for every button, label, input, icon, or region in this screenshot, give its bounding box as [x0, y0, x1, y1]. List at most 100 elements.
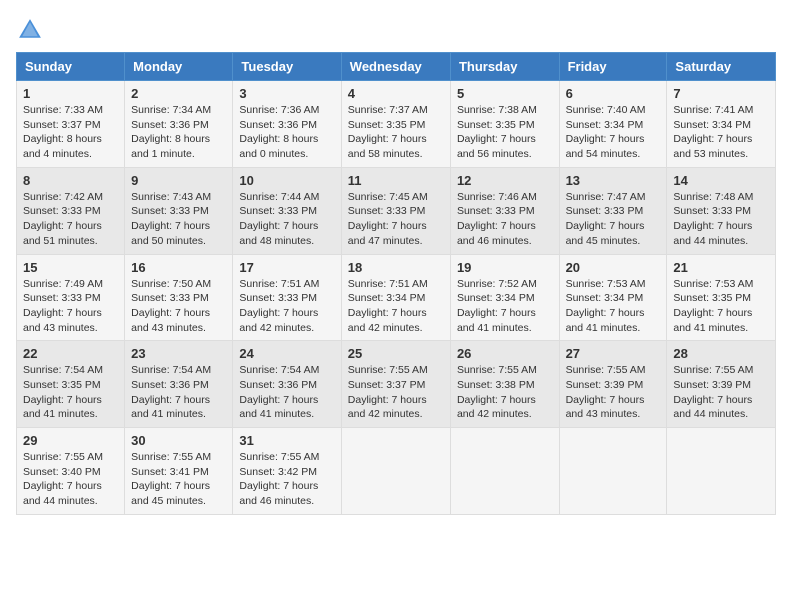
calendar-table: SundayMondayTuesdayWednesdayThursdayFrid… — [16, 52, 776, 515]
sunset: Sunset: 3:34 PM — [566, 119, 644, 131]
daylight: Daylight: 7 hours and 42 minutes. — [239, 307, 318, 334]
day-info: Sunrise: 7:40 AMSunset: 3:34 PMDaylight:… — [566, 103, 661, 162]
day-number: 20 — [566, 260, 661, 275]
sunrise: Sunrise: 7:55 AM — [239, 451, 319, 463]
calendar-week-row: 15Sunrise: 7:49 AMSunset: 3:33 PMDayligh… — [17, 254, 776, 341]
calendar-cell: 19Sunrise: 7:52 AMSunset: 3:34 PMDayligh… — [450, 254, 559, 341]
sunset: Sunset: 3:42 PM — [239, 466, 317, 478]
sunset: Sunset: 3:33 PM — [348, 205, 426, 217]
calendar-cell: 1Sunrise: 7:33 AMSunset: 3:37 PMDaylight… — [17, 81, 125, 168]
day-number: 28 — [673, 346, 769, 361]
day-info: Sunrise: 7:55 AMSunset: 3:37 PMDaylight:… — [348, 363, 444, 422]
day-number: 4 — [348, 86, 444, 101]
sunset: Sunset: 3:35 PM — [23, 379, 101, 391]
calendar-cell: 18Sunrise: 7:51 AMSunset: 3:34 PMDayligh… — [341, 254, 450, 341]
day-info: Sunrise: 7:54 AMSunset: 3:36 PMDaylight:… — [239, 363, 334, 422]
sunrise: Sunrise: 7:43 AM — [131, 191, 211, 203]
calendar-cell: 27Sunrise: 7:55 AMSunset: 3:39 PMDayligh… — [559, 341, 667, 428]
day-info: Sunrise: 7:45 AMSunset: 3:33 PMDaylight:… — [348, 190, 444, 249]
sunrise: Sunrise: 7:33 AM — [23, 104, 103, 116]
sunrise: Sunrise: 7:46 AM — [457, 191, 537, 203]
sunrise: Sunrise: 7:55 AM — [673, 364, 753, 376]
calendar-cell: 13Sunrise: 7:47 AMSunset: 3:33 PMDayligh… — [559, 167, 667, 254]
sunset: Sunset: 3:34 PM — [566, 292, 644, 304]
sunrise: Sunrise: 7:52 AM — [457, 278, 537, 290]
sunrise: Sunrise: 7:55 AM — [348, 364, 428, 376]
sunset: Sunset: 3:36 PM — [239, 119, 317, 131]
calendar-cell: 10Sunrise: 7:44 AMSunset: 3:33 PMDayligh… — [233, 167, 341, 254]
page-header — [16, 16, 776, 44]
calendar-cell: 8Sunrise: 7:42 AMSunset: 3:33 PMDaylight… — [17, 167, 125, 254]
daylight: Daylight: 7 hours and 58 minutes. — [348, 133, 427, 160]
day-number: 21 — [673, 260, 769, 275]
sunset: Sunset: 3:34 PM — [348, 292, 426, 304]
sunrise: Sunrise: 7:53 AM — [566, 278, 646, 290]
col-header-sunday: Sunday — [17, 53, 125, 81]
calendar-cell: 21Sunrise: 7:53 AMSunset: 3:35 PMDayligh… — [667, 254, 776, 341]
day-number: 24 — [239, 346, 334, 361]
day-info: Sunrise: 7:41 AMSunset: 3:34 PMDaylight:… — [673, 103, 769, 162]
day-number: 8 — [23, 173, 118, 188]
day-info: Sunrise: 7:51 AMSunset: 3:33 PMDaylight:… — [239, 277, 334, 336]
daylight: Daylight: 7 hours and 46 minutes. — [239, 480, 318, 507]
col-header-thursday: Thursday — [450, 53, 559, 81]
sunrise: Sunrise: 7:47 AM — [566, 191, 646, 203]
day-number: 14 — [673, 173, 769, 188]
day-number: 11 — [348, 173, 444, 188]
calendar-cell: 3Sunrise: 7:36 AMSunset: 3:36 PMDaylight… — [233, 81, 341, 168]
day-info: Sunrise: 7:51 AMSunset: 3:34 PMDaylight:… — [348, 277, 444, 336]
sunset: Sunset: 3:41 PM — [131, 466, 209, 478]
sunset: Sunset: 3:33 PM — [131, 205, 209, 217]
day-number: 27 — [566, 346, 661, 361]
day-number: 5 — [457, 86, 553, 101]
daylight: Daylight: 8 hours and 4 minutes. — [23, 133, 102, 160]
day-number: 6 — [566, 86, 661, 101]
sunset: Sunset: 3:33 PM — [673, 205, 751, 217]
col-header-friday: Friday — [559, 53, 667, 81]
sunset: Sunset: 3:33 PM — [457, 205, 535, 217]
daylight: Daylight: 7 hours and 41 minutes. — [673, 307, 752, 334]
sunrise: Sunrise: 7:34 AM — [131, 104, 211, 116]
daylight: Daylight: 7 hours and 43 minutes. — [131, 307, 210, 334]
day-number: 29 — [23, 433, 118, 448]
sunrise: Sunrise: 7:53 AM — [673, 278, 753, 290]
day-info: Sunrise: 7:33 AMSunset: 3:37 PMDaylight:… — [23, 103, 118, 162]
day-number: 26 — [457, 346, 553, 361]
calendar-cell: 6 Sunrise: 7:40 AMSunset: 3:34 PMDaylight… — [559, 81, 667, 168]
day-number: 25 — [348, 346, 444, 361]
calendar-cell: 16Sunrise: 7:50 AMSunset: 3:33 PMDayligh… — [125, 254, 233, 341]
sunset: Sunset: 3:36 PM — [131, 119, 209, 131]
daylight: Daylight: 7 hours and 56 minutes. — [457, 133, 536, 160]
daylight: Daylight: 7 hours and 47 minutes. — [348, 220, 427, 247]
sunset: Sunset: 3:33 PM — [566, 205, 644, 217]
daylight: Daylight: 7 hours and 45 minutes. — [131, 480, 210, 507]
sunset: Sunset: 3:35 PM — [457, 119, 535, 131]
calendar-week-row: 29 Sunrise: 7:55 AMSunset: 3:40 PMDayligh… — [17, 428, 776, 515]
sunset: Sunset: 3:35 PM — [348, 119, 426, 131]
sunset: Sunset: 3:33 PM — [239, 205, 317, 217]
day-info: Sunrise: 7:53 AMSunset: 3:34 PMDaylight:… — [566, 277, 661, 336]
calendar-cell: 25 Sunrise: 7:55 AMSunset: 3:37 PMDayligh… — [341, 341, 450, 428]
calendar-cell: 5 Sunrise: 7:38 AM Sunset: 3:35 PM Daylight… — [450, 81, 559, 168]
sunset: Sunset: 3:33 PM — [239, 292, 317, 304]
daylight: Daylight: 7 hours and 50 minutes. — [131, 220, 210, 247]
day-number: 13 — [566, 173, 661, 188]
day-number: 3 — [239, 86, 334, 101]
calendar-cell: 29 Sunrise: 7:55 AMSunset: 3:40 PMDayligh… — [17, 428, 125, 515]
sunrise: Sunrise: 7:38 AM — [457, 104, 537, 116]
sunrise: Sunrise: 7:54 AM — [239, 364, 319, 376]
day-number: 22 — [23, 346, 118, 361]
day-info: Sunrise: 7:55 AMSunset: 3:40 PMDaylight:… — [23, 450, 118, 509]
day-info: Sunrise: 7:55 AMSunset: 3:38 PMDaylight:… — [457, 363, 553, 422]
calendar-cell: 20Sunrise: 7:53 AMSunset: 3:34 PMDayligh… — [559, 254, 667, 341]
day-info: Sunrise: 7:49 AMSunset: 3:33 PMDaylight:… — [23, 277, 118, 336]
calendar-cell: 24 Sunrise: 7:54 AMSunset: 3:36 PMDayligh… — [233, 341, 341, 428]
sunset: Sunset: 3:39 PM — [673, 379, 751, 391]
day-number: 10 — [239, 173, 334, 188]
daylight: Daylight: 7 hours and 44 minutes. — [673, 394, 752, 421]
sunset: Sunset: 3:34 PM — [457, 292, 535, 304]
day-info: Sunrise: 7:34 AMSunset: 3:36 PMDaylight:… — [131, 103, 226, 162]
daylight: Daylight: 7 hours and 41 minutes. — [131, 394, 210, 421]
sunrise: Sunrise: 7:55 AM — [457, 364, 537, 376]
day-info: Sunrise: 7:52 AMSunset: 3:34 PMDaylight:… — [457, 277, 553, 336]
